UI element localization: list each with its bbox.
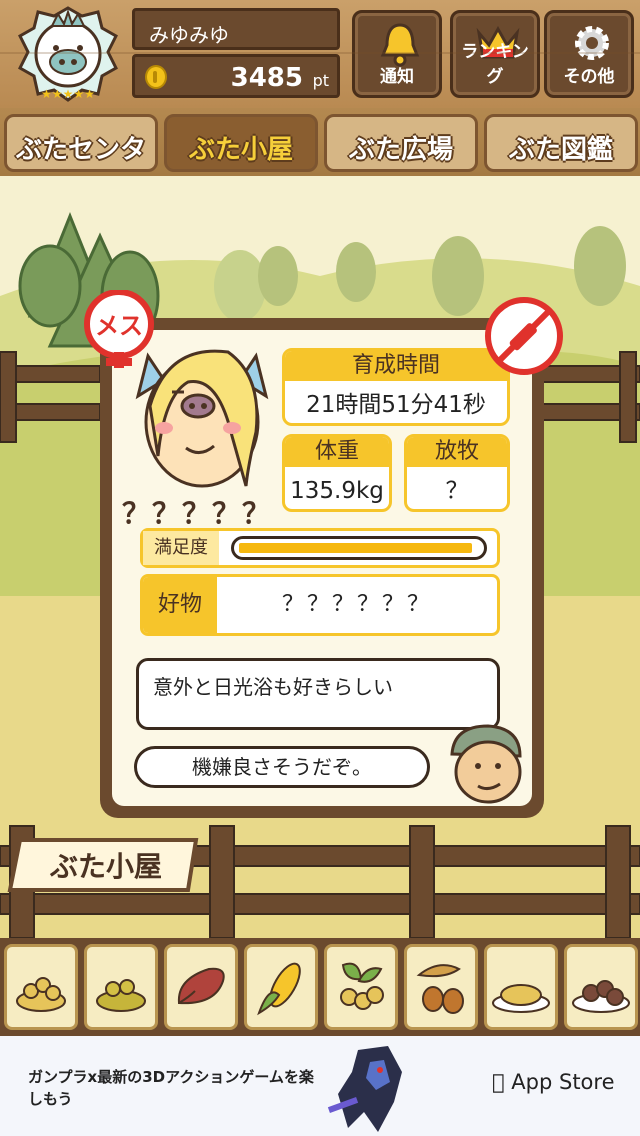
food-corn-button[interactable] xyxy=(244,944,318,1030)
vegetables-icon xyxy=(340,962,384,1010)
satisfaction-label: 満足度 xyxy=(143,531,219,565)
points-unit: pt xyxy=(312,71,329,90)
tab-buta-encyclopedia[interactable]: ぶた図鑑 xyxy=(484,114,638,172)
food-grain-plate-button[interactable] xyxy=(484,944,558,1030)
weight-panel: 体重 135.9kg xyxy=(282,434,392,512)
food-soybeans-button[interactable] xyxy=(4,944,78,1030)
buta-hut-signboard: ぶた小屋 xyxy=(7,838,199,892)
growth-time-value: 21時間51分41秒 xyxy=(306,392,486,418)
header-bar: ★★★★★ みゆみゆ 3485 pt 通知 ランキング その他 xyxy=(0,0,640,108)
growth-time-panel: 育成時間 21時間51分41秒 xyxy=(282,348,510,426)
grain-plate-icon xyxy=(492,984,550,1013)
grain-icon xyxy=(96,979,146,1012)
weight-label: 体重 xyxy=(285,437,389,467)
favorite-food-value: ？？？？？？ xyxy=(281,592,432,617)
food-bar xyxy=(0,938,640,1036)
gender-label: メス xyxy=(95,312,143,340)
settings-label: その他 xyxy=(563,67,615,87)
settings-button[interactable]: その他 xyxy=(544,10,634,98)
satisfaction-gauge-fill xyxy=(239,543,472,553)
tab-buta-plaza[interactable]: ぶた広場 xyxy=(324,114,478,172)
food-acorns-button[interactable] xyxy=(404,944,478,1030)
female-gender-badge-icon: メス xyxy=(84,290,154,368)
tab-buta-center[interactable]: ぶたセンター xyxy=(4,114,158,202)
hint-speech-bubble: 意外と日光浴も好きらしい xyxy=(136,658,500,730)
food-sweet-potato-button[interactable] xyxy=(164,944,238,1030)
favorite-food-row: 好物 ？？？？？？ xyxy=(140,574,500,636)
farmer-speech-bubble: 機嫌良さそうだぞ。 xyxy=(134,746,430,788)
points-value: 3485 xyxy=(230,63,303,93)
favorite-food-label: 好物 xyxy=(143,577,217,633)
no-injection-icon xyxy=(485,297,563,375)
growth-time-label: 育成時間 xyxy=(285,351,507,381)
signboard-label: ぶた小屋 xyxy=(49,850,162,883)
points-display: 3485 pt xyxy=(132,54,340,98)
satisfaction-gauge xyxy=(231,536,487,560)
tab-buta-hut[interactable]: ぶた小屋 xyxy=(164,114,318,172)
coin-icon xyxy=(145,65,167,89)
satisfaction-row: 満足度 xyxy=(140,528,500,568)
farmer-face-icon xyxy=(450,724,522,804)
grazing-panel: 放牧 ？ xyxy=(404,434,510,512)
notification-button[interactable]: 通知 xyxy=(352,10,442,98)
food-meatballs-button[interactable] xyxy=(564,944,638,1030)
apple-logo-icon:  xyxy=(492,1070,505,1094)
meatballs-icon xyxy=(572,980,630,1013)
app-store-link[interactable]:  App Store xyxy=(492,1070,615,1094)
robot-ad-image xyxy=(327,1046,402,1132)
ranking-label: ランキング xyxy=(461,42,529,87)
acorns-icon xyxy=(416,964,464,1014)
pig-name: ？？？？？ xyxy=(122,497,273,530)
app-store-label: App Store xyxy=(492,1070,614,1094)
main-tab-bar: ぶたセンター ぶた小屋 ぶた広場 ぶた図鑑 xyxy=(0,108,640,202)
pig-rank-badge-icon[interactable]: ★★★★★ xyxy=(12,6,124,104)
grazing-value: ？ xyxy=(445,478,469,504)
food-vegetables-button[interactable] xyxy=(324,944,398,1030)
sweet-potato-icon xyxy=(177,967,225,1005)
corn-icon xyxy=(257,962,301,1016)
ad-banner[interactable]: ガンプラx最新の3Dアクションゲームを楽しもう  App Store xyxy=(0,1036,640,1136)
ranking-button[interactable]: ランキング xyxy=(450,10,540,98)
username-label: みゆみゆ xyxy=(132,8,340,50)
soybeans-icon xyxy=(16,977,66,1012)
food-grain-button[interactable] xyxy=(84,944,158,1030)
weight-value: 135.9kg xyxy=(290,478,384,504)
svg-text:★★★★★: ★★★★★ xyxy=(41,87,95,101)
notification-label: 通知 xyxy=(380,67,414,87)
ad-text: ガンプラx最新の3Dアクションゲームを楽しもう xyxy=(28,1068,314,1108)
grazing-label: 放牧 xyxy=(407,437,507,467)
